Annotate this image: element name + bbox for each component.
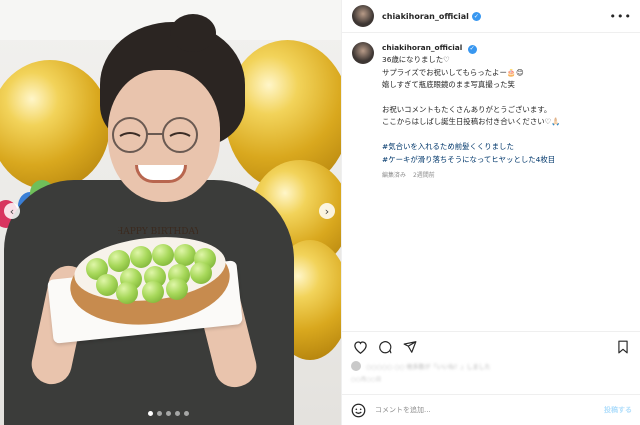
action-bar (342, 331, 640, 361)
smiley-icon[interactable] (351, 403, 366, 418)
grape (152, 244, 174, 266)
round-glasses (112, 117, 198, 153)
share-icon[interactable] (401, 338, 419, 356)
carousel-prev-button[interactable]: ‹ (4, 203, 20, 219)
cake-topper-text: HAPPY BIRTHDAY (118, 227, 198, 237)
caption-line: お祝いコメントもたくさんありがとうございます。 (382, 105, 552, 115)
grape (174, 244, 196, 266)
comment-input[interactable] (375, 406, 575, 414)
carousel-indicator (148, 409, 194, 417)
post-comment-button[interactable]: 投稿する (604, 405, 632, 415)
post-side-panel: chiakihoran_official ✓ ••• chiakihoran_o… (341, 0, 640, 425)
caption-line (382, 92, 632, 104)
grape (96, 274, 118, 296)
time-ago[interactable]: 2週間前 (413, 172, 435, 179)
post-date: ○○月○○日 (351, 377, 382, 383)
carousel-dot (184, 410, 189, 416)
caption-meta: 編集済み 2週間前 (382, 170, 632, 179)
cake-topper: HAPPY BIRTHDAY (118, 227, 198, 237)
caption-username[interactable]: chiakihoran_official (382, 43, 462, 52)
username-link[interactable]: chiakihoran_official (382, 12, 469, 21)
verified-badge-icon: ✓ (471, 11, 481, 21)
grape (190, 262, 212, 284)
caption-block: chiakihoran_official ✓ 36歳になりました♡ サプライズで… (352, 42, 632, 179)
carousel-dot (148, 410, 153, 416)
post-photo[interactable]: HAPPY BIRTHDAY ‹ › (0, 0, 341, 425)
avatar[interactable] (352, 42, 374, 64)
caption-line: 嬉しすぎて瓶底眼鏡のまま写真撮った笑 (382, 80, 515, 90)
hashtag-link[interactable]: #気合いを入れるため前髪くくりました (382, 141, 632, 153)
grape (142, 281, 164, 303)
edited-label: 編集済み (382, 172, 407, 180)
grape (116, 282, 138, 304)
grape (130, 246, 152, 268)
heart-icon[interactable] (351, 338, 369, 356)
carousel-dot (166, 410, 171, 416)
carousel-next-button[interactable]: › (319, 203, 335, 219)
avatar[interactable] (352, 5, 374, 27)
caption-line: 36歳になりました♡ (382, 55, 450, 65)
hashtag-link[interactable]: #ケーキが滑り落ちそうになってヒヤッとした4枚目 (382, 154, 632, 166)
likes-count[interactable]: ○○○○○ ○○ 他多数が「いいね！」しました (366, 362, 490, 371)
person-hair-bun (170, 14, 216, 52)
comment-bar: 投稿する (342, 394, 640, 425)
caption-line: サプライズでお祝いしてもらったよー🎂😊 (382, 67, 524, 77)
caption-text: chiakihoran_official ✓ 36歳になりました♡ サプライズで… (382, 42, 632, 166)
caption-line: ここからはしばし誕生日投稿お付き合いください♡🙏🏻 (382, 117, 561, 127)
likes-row[interactable]: ○○○○○ ○○ 他多数が「いいね！」しました (351, 361, 632, 371)
grape (166, 278, 188, 300)
comment-icon[interactable] (376, 338, 394, 356)
caption-line (382, 129, 632, 141)
post-header: chiakihoran_official ✓ ••• (342, 0, 640, 33)
gold-balloon (0, 60, 110, 190)
more-options-icon[interactable]: ••• (610, 10, 632, 23)
bookmark-icon[interactable] (614, 338, 632, 356)
verified-badge-icon: ✓ (467, 44, 477, 54)
carousel-dot (157, 410, 162, 416)
carousel-dot (175, 410, 180, 416)
avatar (351, 361, 361, 371)
